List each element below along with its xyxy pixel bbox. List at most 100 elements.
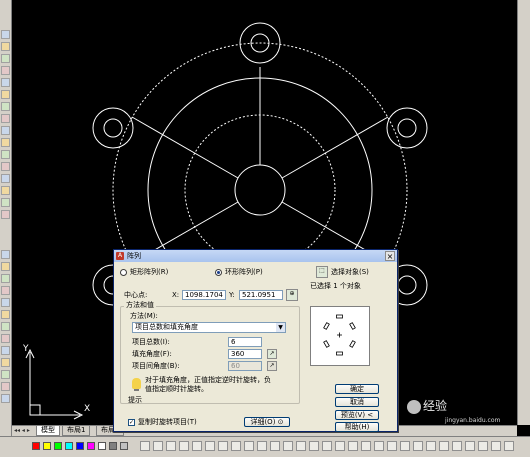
toolbar-button[interactable] [1,90,10,99]
toolbar-button[interactable] [335,441,345,451]
toolbar-button[interactable] [452,441,462,451]
color-swatch-gray[interactable] [109,442,117,450]
toolbar-button[interactable] [322,441,332,451]
toolbar-button[interactable] [504,441,514,451]
tab-nav-arrows[interactable]: ◂◂ ◂ ▸ ▸▸ [14,427,32,442]
fill-angle-label: 填充角度(F): [132,350,172,358]
color-swatch-blue[interactable] [76,442,84,450]
radio-polar-array[interactable] [215,269,222,276]
select-objects-icon[interactable]: ⬚ [316,266,328,278]
pick-item-angle-icon[interactable]: ↗ [267,361,277,371]
hole-inner [397,118,417,138]
toolbar-button[interactable] [1,198,10,207]
method-select[interactable]: 项目总数和填充角度 ▼ [132,322,286,333]
toolbar-button[interactable] [478,441,488,451]
toolbar-button[interactable] [1,78,10,87]
toolbar-button[interactable] [348,441,358,451]
toolbar-button[interactable] [1,298,10,307]
pick-fill-angle-icon[interactable]: ↗ [267,349,277,359]
radio-rectangular-array[interactable] [120,269,127,276]
toolbar-button[interactable] [1,210,10,219]
toolbar-button[interactable] [1,382,10,391]
toolbar-button[interactable] [153,441,163,451]
toolbar-button[interactable] [1,186,10,195]
spoke-line [131,116,239,179]
chevron-down-icon[interactable]: ▼ [276,323,285,332]
color-swatch-red[interactable] [32,442,40,450]
toolbar-button[interactable] [1,150,10,159]
dialog-titlebar[interactable]: A 阵列 × [114,250,397,262]
toolbar-button[interactable] [1,138,10,147]
toolbar-button[interactable] [1,394,10,403]
toolbar-button[interactable] [1,358,10,367]
select-objects-button[interactable]: 选择对象(S) [331,268,369,277]
toolbar-button[interactable] [465,441,475,451]
toolbar-button[interactable] [1,286,10,295]
toolbar-button[interactable] [1,30,10,39]
center-y-input[interactable]: 521.0951 [239,290,283,300]
toolbar-button[interactable] [1,162,10,171]
fill-angle-input[interactable]: 360 [228,349,262,359]
cancel-button[interactable]: 取消 [335,397,379,407]
toolbar-button[interactable] [218,441,228,451]
vertical-scrollbar[interactable] [517,0,530,425]
toolbar-button[interactable] [1,114,10,123]
watermark-brand: 经验 [423,399,448,413]
toolbar-button[interactable] [244,441,254,451]
toolbar-button[interactable] [1,42,10,51]
toolbar-button[interactable] [1,126,10,135]
tab-model[interactable]: 模型 [36,426,60,436]
toolbar-button[interactable] [1,66,10,75]
ok-button[interactable]: 确定 [335,384,379,394]
color-swatch-white[interactable] [98,442,106,450]
toolbar-button[interactable] [1,370,10,379]
color-swatch-cyan[interactable] [65,442,73,450]
color-swatch-green[interactable] [54,442,62,450]
toolbar-button[interactable] [192,441,202,451]
pick-center-point-icon[interactable]: ⊕ [286,289,298,301]
toolbar-button[interactable] [231,441,241,451]
toolbar-button[interactable] [387,441,397,451]
toolbar-button[interactable] [270,441,280,451]
toolbar-button[interactable] [309,441,319,451]
toolbar-button[interactable] [140,441,150,451]
more-button-label: 详细(O) [250,418,276,426]
toolbar-button[interactable] [1,346,10,355]
help-button[interactable]: 帮助(H) [335,422,379,432]
toolbar-button[interactable] [491,441,501,451]
center-x-label: X: [172,291,180,299]
preview-button[interactable]: 预览(V) < [335,410,379,420]
toolbar-button[interactable] [1,174,10,183]
rotate-items-checkbox[interactable]: ✓ [128,419,135,426]
more-button[interactable]: 详细(O) ⊙ [244,417,290,427]
toolbar-button[interactable] [283,441,293,451]
tab-layout-1[interactable]: 布局1 [62,426,91,436]
toolbar-button[interactable] [1,334,10,343]
toolbar-button[interactable] [426,441,436,451]
color-swatch-silver[interactable] [120,442,128,450]
toolbar-button[interactable] [166,441,176,451]
toolbar-button[interactable] [1,322,10,331]
toolbar-button[interactable] [1,274,10,283]
total-items-input[interactable]: 6 [228,337,262,347]
toolbar-button[interactable] [374,441,384,451]
toolbar-button[interactable] [257,441,267,451]
center-x-input[interactable]: 1098.1704 [182,290,226,300]
toolbar-button[interactable] [205,441,215,451]
toolbar-button[interactable] [179,441,189,451]
toolbar-button[interactable] [1,310,10,319]
color-swatch-yellow[interactable] [43,442,51,450]
toolbar-button[interactable] [1,102,10,111]
color-swatch-magenta[interactable] [87,442,95,450]
toolbar-button[interactable] [1,262,10,271]
close-button[interactable]: × [385,251,395,261]
toolbar-button[interactable] [1,54,10,63]
toolbar-button[interactable] [439,441,449,451]
item-angle-input[interactable]: 60 [228,361,262,371]
toolbar-button[interactable] [400,441,410,451]
method-select-value: 项目总数和填充角度 [135,323,198,331]
toolbar-button[interactable] [361,441,371,451]
toolbar-button[interactable] [413,441,423,451]
toolbar-button[interactable] [1,250,10,259]
toolbar-button[interactable] [296,441,306,451]
